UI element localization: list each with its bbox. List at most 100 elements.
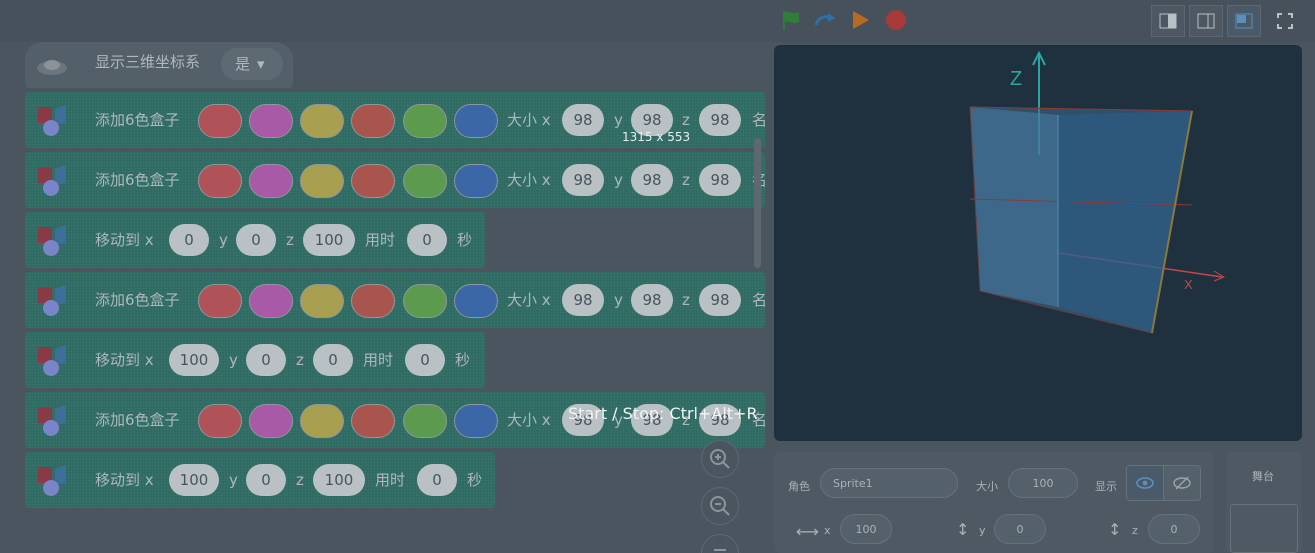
face-color-swatch[interactable]	[300, 164, 344, 198]
normal-stage-layout-button[interactable]	[1189, 5, 1223, 37]
box-3d	[969, 106, 1193, 334]
3d-shapes-icon	[33, 221, 71, 259]
duration-input[interactable]: 0	[407, 224, 447, 256]
sprite-name-input[interactable]: Sprite1	[820, 468, 958, 498]
size-y-input[interactable]: 98	[631, 284, 673, 316]
size-x-label: 大小 x	[507, 291, 551, 309]
face-color-swatch[interactable]	[403, 284, 447, 318]
stage-thumbnail[interactable]	[1230, 504, 1298, 553]
size-input[interactable]: 100	[1008, 468, 1078, 498]
value: 98	[710, 171, 730, 189]
move-to-block[interactable]: 移动到 x 100 y 0 z 0 用时 0 秒	[25, 332, 485, 388]
size-label: 大小	[976, 480, 998, 493]
face-color-swatch[interactable]	[249, 284, 293, 318]
size-z-input[interactable]: 98	[699, 104, 741, 136]
value: 98	[573, 291, 593, 309]
zoom-out-button[interactable]	[701, 487, 739, 525]
face-color-swatch[interactable]	[351, 284, 395, 318]
face-color-swatch[interactable]	[403, 104, 447, 138]
face-color-swatch[interactable]	[454, 104, 498, 138]
face-color-swatch[interactable]	[300, 284, 344, 318]
move-z-input[interactable]: 0	[313, 344, 353, 376]
value: 98	[710, 291, 730, 309]
recording-hint: Start / Stop: Ctrl+Alt+R	[568, 404, 758, 423]
move-z-input[interactable]: 100	[303, 224, 355, 256]
x-input[interactable]: 100	[840, 514, 892, 544]
face-color-swatch[interactable]	[351, 164, 395, 198]
size-z-input[interactable]: 98	[699, 284, 741, 316]
zoom-reset-button[interactable]	[701, 534, 739, 553]
size-value: 100	[1032, 477, 1054, 490]
fullscreen-icon[interactable]	[1268, 5, 1302, 37]
stop-icon[interactable]	[884, 8, 908, 32]
face-color-swatch[interactable]	[249, 404, 293, 438]
size-y-input[interactable]: 98	[631, 164, 673, 196]
time-label: 用时	[365, 231, 396, 249]
large-stage-layout-button[interactable]	[1227, 5, 1261, 37]
small-stage-layout-button[interactable]	[1151, 5, 1185, 37]
value: 100	[314, 231, 344, 249]
show-3d-axis-block[interactable]: 显示三维坐标系 是 ▾	[25, 42, 293, 88]
move-to-block[interactable]: 移动到 x 100 y 0 z 100 用时 0 秒	[25, 452, 495, 508]
move-to-block[interactable]: 移动到 x 0 y 0 z 100 用时 0 秒	[25, 212, 485, 268]
size-x-input[interactable]: 98	[562, 284, 604, 316]
face-color-swatch[interactable]	[198, 164, 242, 198]
face-color-swatch[interactable]	[403, 164, 447, 198]
z-label: z	[296, 351, 304, 369]
3d-shapes-icon	[33, 341, 71, 379]
face-color-swatch[interactable]	[454, 284, 498, 318]
move-x-input[interactable]: 100	[169, 344, 219, 376]
face-color-swatch[interactable]	[300, 104, 344, 138]
duration-input[interactable]: 0	[405, 344, 445, 376]
face-color-swatch[interactable]	[403, 404, 447, 438]
face-color-swatch[interactable]	[198, 404, 242, 438]
y-label: y	[229, 471, 238, 489]
size-x-input[interactable]: 98	[562, 104, 604, 136]
show-sprite-button[interactable]	[1126, 465, 1164, 501]
move-z-input[interactable]: 100	[313, 464, 365, 496]
y-label: y	[219, 231, 228, 249]
duration-input[interactable]: 0	[417, 464, 457, 496]
x-axis-label: X	[1184, 277, 1193, 292]
vertical-scrollbar[interactable]	[754, 138, 761, 268]
play-icon[interactable]	[848, 8, 872, 32]
move-x-input[interactable]: 100	[169, 464, 219, 496]
hide-sprite-button[interactable]	[1163, 465, 1201, 501]
move-y-input[interactable]: 0	[246, 464, 286, 496]
face-color-swatch[interactable]	[351, 404, 395, 438]
move-x-input[interactable]: 0	[169, 224, 209, 256]
size-z-input[interactable]: 98	[699, 164, 741, 196]
zoom-in-button[interactable]	[701, 440, 739, 478]
z-label: z	[1132, 524, 1138, 537]
face-color-swatch[interactable]	[454, 164, 498, 198]
face-color-swatch[interactable]	[249, 104, 293, 138]
top-toolbar	[0, 0, 1315, 42]
face-color-swatch[interactable]	[351, 104, 395, 138]
z-input[interactable]: 0	[1148, 514, 1200, 544]
stage-canvas[interactable]: Z X	[774, 45, 1302, 441]
y-label: y	[614, 291, 623, 309]
value: 98	[642, 291, 662, 309]
move-y-input[interactable]: 0	[236, 224, 276, 256]
y-input[interactable]: 0	[994, 514, 1046, 544]
green-flag-icon[interactable]	[780, 8, 804, 32]
add-6-color-box-block[interactable]: 添加6色盒子大小 x98y98z98名	[25, 272, 766, 328]
face-color-swatch[interactable]	[198, 284, 242, 318]
seconds-label: 秒	[457, 231, 473, 249]
face-color-swatch[interactable]	[454, 404, 498, 438]
add-6-color-box-block[interactable]: 添加6色盒子大小 x98y98z98名	[25, 152, 766, 208]
value: 0	[432, 471, 442, 489]
face-color-swatch[interactable]	[249, 164, 293, 198]
code-workspace[interactable]: 显示三维坐标系 是 ▾ 添加6色盒子 大小 x 98 y 98 z 98 名添加6色盒子 大小 …	[0, 42, 766, 553]
axis-visibility-dropdown[interactable]: 是 ▾	[221, 48, 283, 80]
move-y-input[interactable]: 0	[246, 344, 286, 376]
stage-selector-pane[interactable]: 舞台	[1226, 452, 1302, 553]
size-x-input[interactable]: 98	[562, 164, 604, 196]
face-color-swatch[interactable]	[300, 404, 344, 438]
z-label: z	[682, 171, 690, 189]
sprite-name-value: Sprite1	[833, 477, 873, 490]
value: 0	[184, 231, 194, 249]
value: 98	[573, 171, 593, 189]
face-color-swatch[interactable]	[198, 104, 242, 138]
redo-icon[interactable]	[813, 8, 837, 32]
